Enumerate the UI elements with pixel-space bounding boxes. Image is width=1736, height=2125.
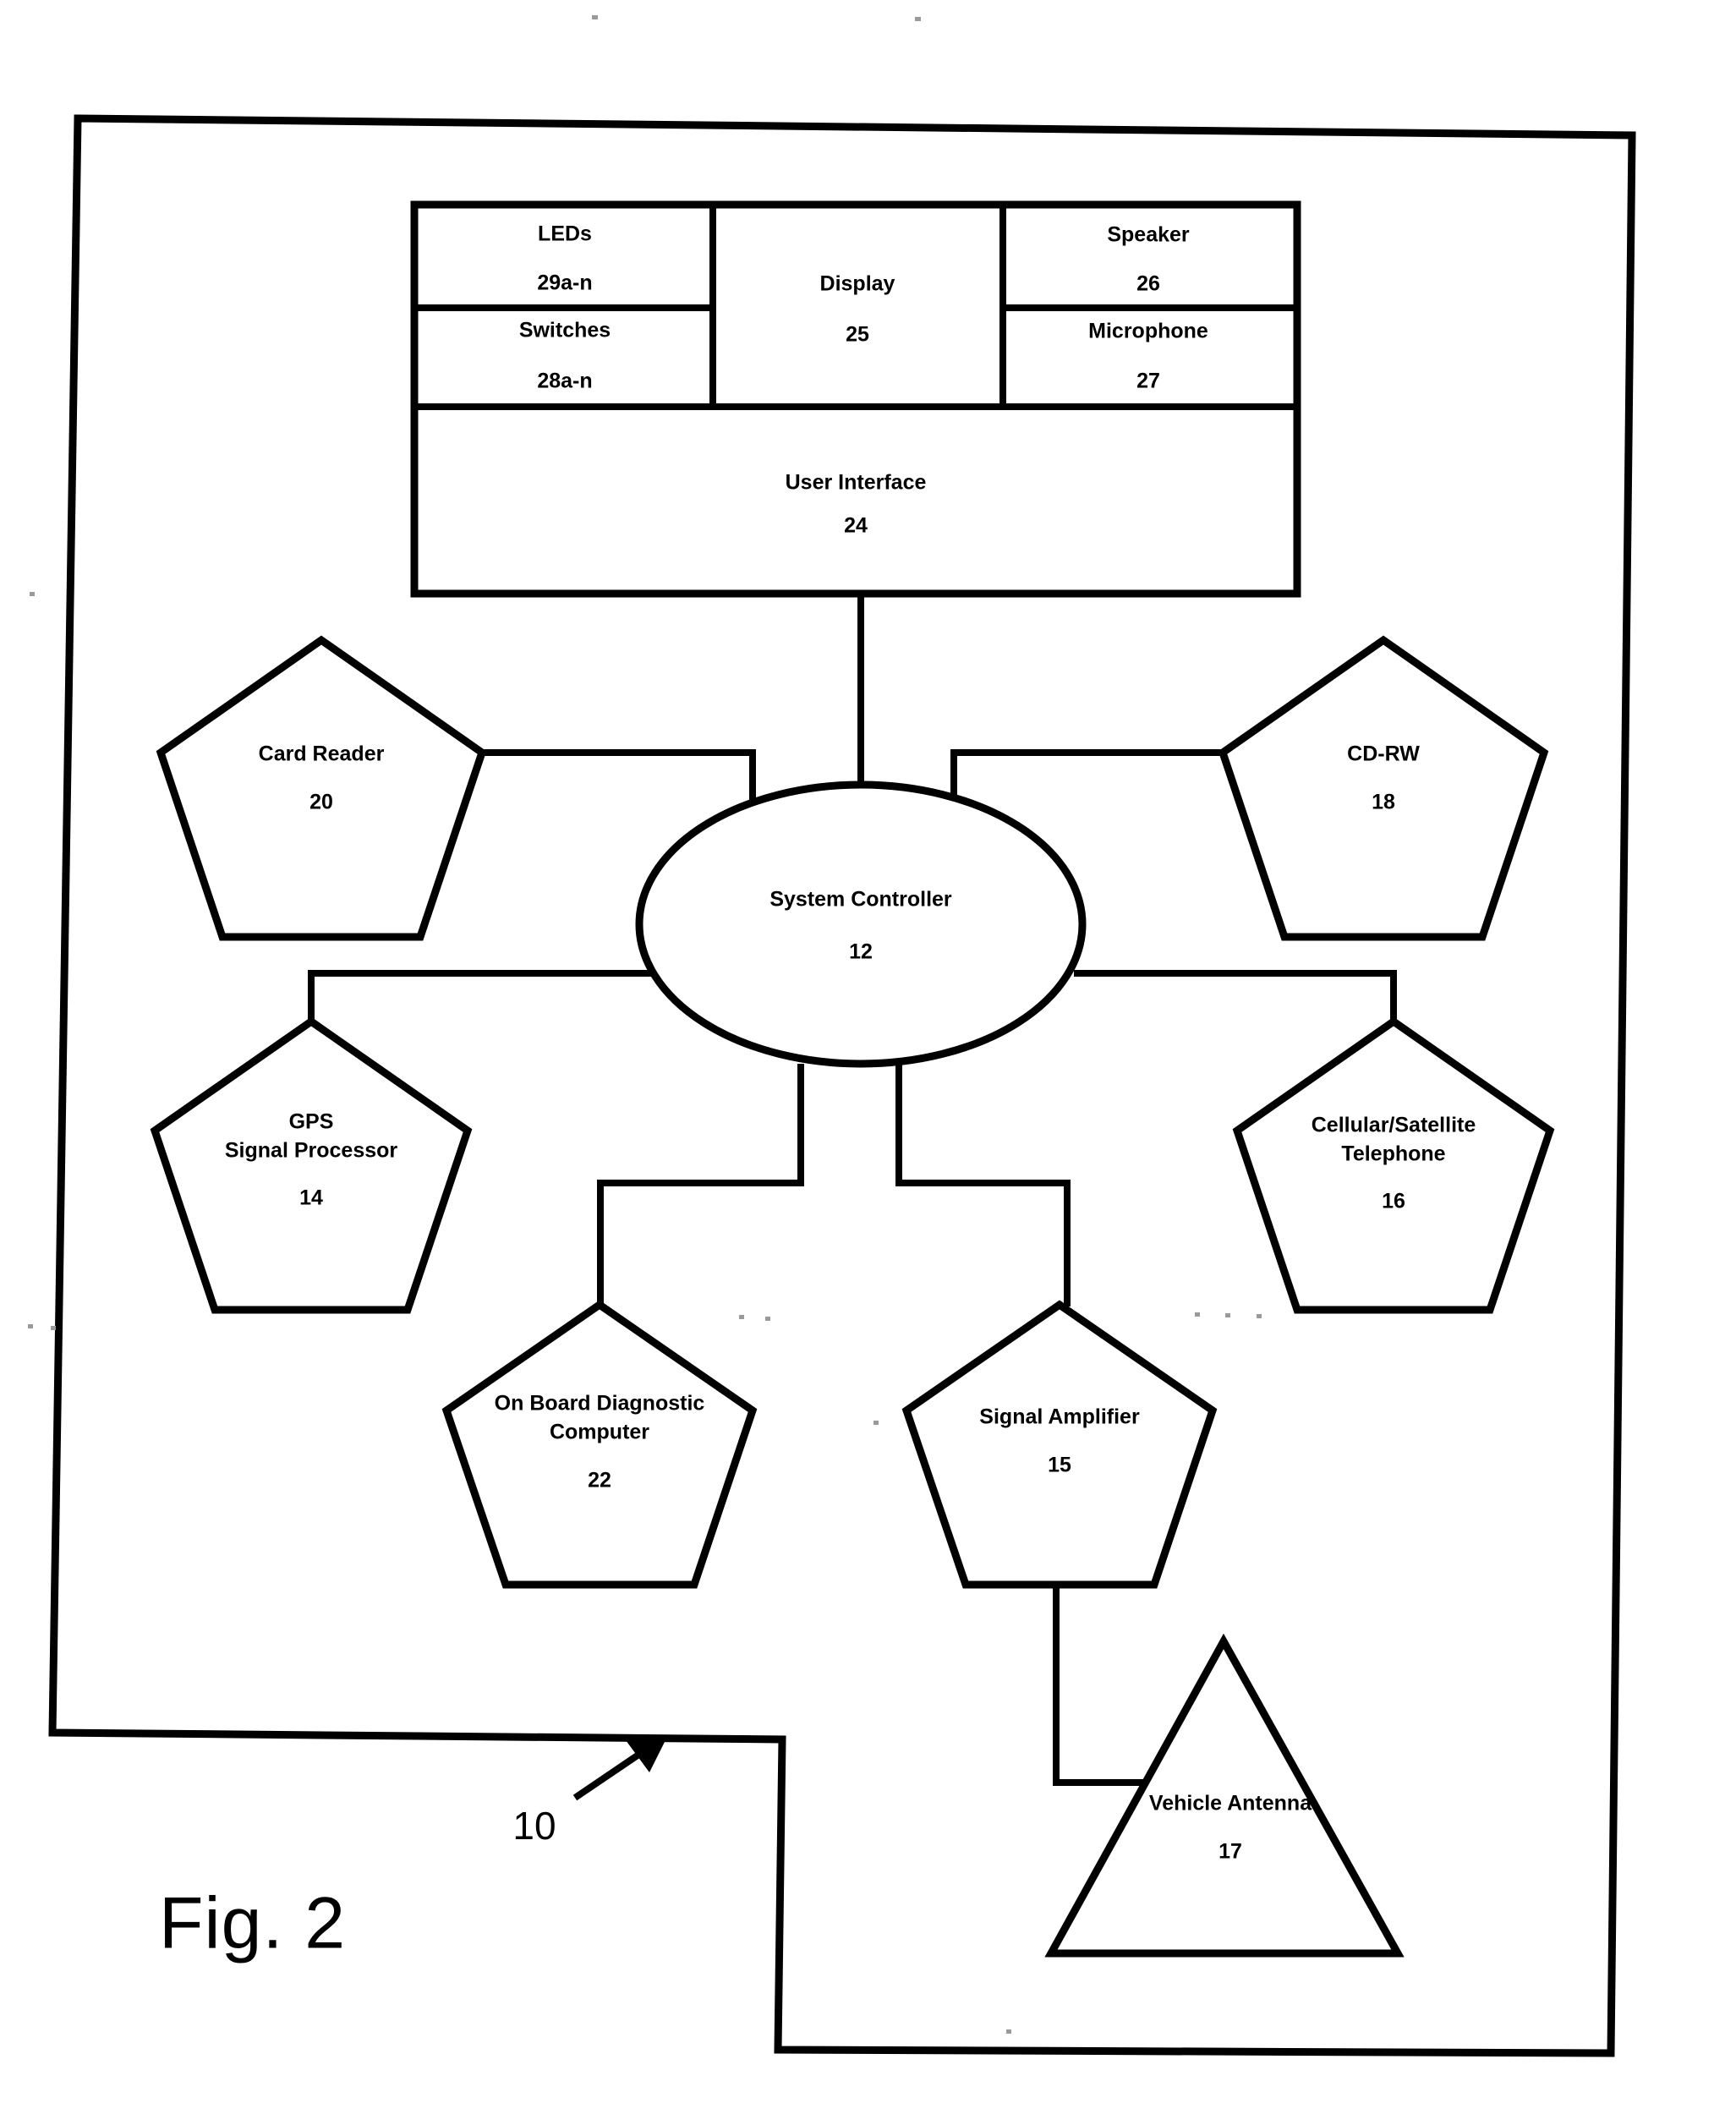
card-reader-ref: 20 (309, 791, 333, 814)
cellular-ref: 16 (1382, 1190, 1405, 1213)
cellular-label-line1: Cellular/Satellite (1312, 1114, 1476, 1137)
microphone-ref: 27 (1136, 370, 1160, 393)
microphone-label: Microphone (1088, 320, 1208, 343)
leds-ref: 29a-n (537, 271, 592, 295)
system-controller-ref: 12 (849, 940, 873, 964)
vehicle-antenna-label: Vehicle Antenna (1149, 1792, 1312, 1816)
figure-canvas: LEDs 29a-n Switches 28a-n Display 25 Spe… (0, 0, 1736, 2125)
cellular-label-line2: Telephone (1341, 1142, 1445, 1166)
gps-ref: 14 (299, 1186, 323, 1210)
gps-label-line2: Signal Processor (225, 1139, 398, 1163)
system-reference-callout: 10 (512, 1735, 668, 1848)
signal-amplifier-label: Signal Amplifier (979, 1405, 1140, 1429)
obd-ref: 22 (588, 1469, 611, 1492)
display-label: Display (820, 272, 895, 296)
display-ref: 25 (846, 323, 869, 347)
switches-ref: 28a-n (537, 370, 592, 393)
speaker-ref: 26 (1136, 272, 1160, 296)
speaker-label: Speaker (1107, 223, 1190, 247)
vehicle-antenna-ref: 17 (1218, 1840, 1242, 1864)
gps-label-line1: GPS (289, 1110, 334, 1134)
patent-figure-2-diagram: LEDs 29a-n Switches 28a-n Display 25 Spe… (28, 15, 1636, 2057)
cd-rw-label: CD-RW (1347, 742, 1420, 766)
cd-rw-ref: 18 (1372, 791, 1395, 814)
card-reader-label: Card Reader (259, 742, 385, 766)
system-reference-number: 10 (512, 1804, 556, 1848)
user-interface-label: User Interface (786, 471, 927, 495)
system-controller-label: System Controller (769, 888, 952, 912)
system-controller-node (635, 780, 1087, 1068)
obd-label-line1: On Board Diagnostic (495, 1392, 705, 1416)
user-interface-ref: 24 (844, 514, 868, 538)
switches-label: Switches (519, 319, 611, 342)
figure-caption: Fig. 2 (159, 1883, 346, 1964)
signal-amplifier-ref: 15 (1048, 1454, 1071, 1477)
obd-label-line2: Computer (550, 1421, 649, 1444)
leds-label: LEDs (538, 222, 592, 246)
system-reference-arrowhead-icon (626, 1735, 668, 1772)
